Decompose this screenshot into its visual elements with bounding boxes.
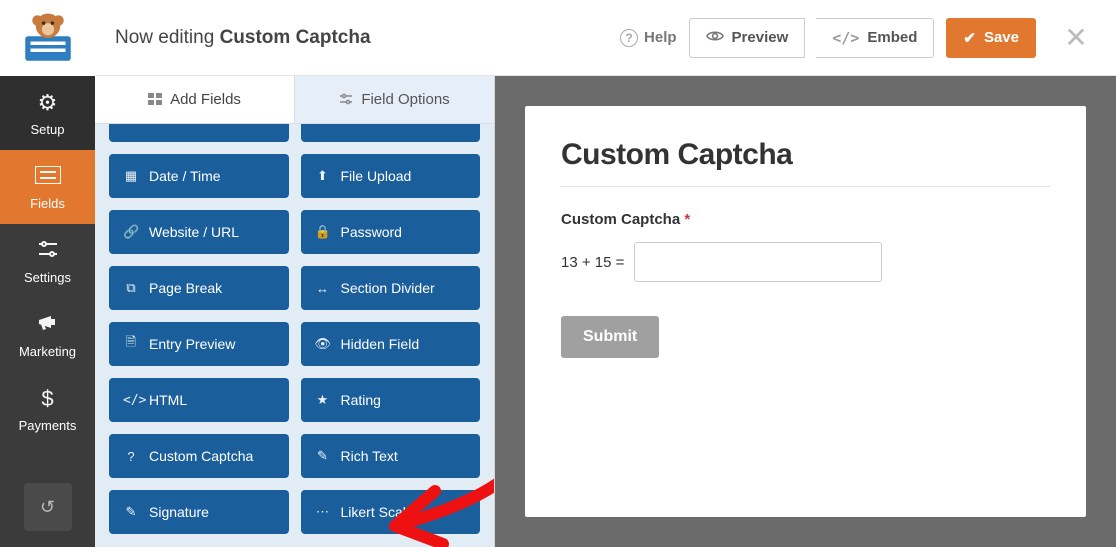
field-label: Password: [341, 224, 402, 240]
code-icon: </>: [123, 393, 139, 408]
field-hidden[interactable]: 👁 Hidden Field: [301, 322, 481, 366]
field-signature[interactable]: ✎ Signature: [109, 490, 289, 534]
field-label: Entry Preview: [149, 336, 235, 352]
form-icon: [35, 164, 61, 190]
field-html[interactable]: </> HTML: [109, 378, 289, 422]
tab-label: Field Options: [361, 91, 449, 108]
nav-label: Fields: [30, 196, 65, 211]
field-stub[interactable]: [109, 124, 289, 142]
upload-icon: ⬆: [315, 168, 331, 184]
field-label: HTML: [149, 392, 187, 408]
field-section-divider[interactable]: ↔ Section Divider: [301, 266, 481, 310]
brand-logo: [0, 0, 95, 76]
lock-icon: 🔒: [315, 224, 331, 240]
field-label: Website / URL: [149, 224, 239, 240]
dots-icon: ⋯: [315, 504, 331, 520]
help-icon: ?: [620, 29, 638, 47]
editing-title: Now editing Custom Captcha: [115, 27, 371, 49]
field-entry-preview[interactable]: 🗎 Entry Preview: [109, 322, 289, 366]
question-icon: ?: [123, 449, 139, 464]
gear-icon: ⚙: [38, 90, 58, 116]
nav-label: Payments: [19, 418, 77, 433]
nav-label: Settings: [24, 270, 71, 285]
nav-setup[interactable]: ⚙ Setup: [0, 76, 95, 150]
save-label: Save: [984, 29, 1019, 46]
field-label: File Upload: [341, 168, 412, 184]
divider-icon: ↔: [315, 281, 331, 296]
close-icon: ✕: [1064, 22, 1087, 53]
form-preview: Custom Captcha Custom Captcha * 13 + 15 …: [525, 106, 1086, 517]
nav-label: Setup: [31, 122, 65, 137]
field-likert-scale[interactable]: ⋯ Likert Scale: [301, 490, 481, 534]
field-page-break[interactable]: ⧉ Page Break: [109, 266, 289, 310]
field-rich-text[interactable]: ✎ Rich Text: [301, 434, 481, 478]
field-label: Signature: [149, 504, 209, 520]
eye-icon: [706, 29, 724, 46]
captcha-input[interactable]: [634, 242, 882, 282]
field-label: Custom Captcha: [149, 448, 253, 464]
history-icon: ↺: [40, 497, 55, 518]
field-label: Rich Text: [341, 448, 398, 464]
field-label: Section Divider: [341, 280, 435, 296]
tab-field-options[interactable]: Field Options: [294, 76, 494, 124]
required-mark: *: [684, 211, 690, 228]
document-icon: 🗎: [123, 333, 139, 355]
field-label: Date / Time: [149, 168, 221, 184]
field-stub[interactable]: [301, 124, 481, 142]
field-website-url[interactable]: 🔗 Website / URL: [109, 210, 289, 254]
edit-icon: ✎: [315, 448, 331, 464]
sliders-icon: [37, 238, 59, 264]
eye-slash-icon: 👁: [315, 336, 331, 352]
nav-label: Marketing: [19, 344, 76, 359]
tab-label: Add Fields: [170, 91, 241, 108]
close-button[interactable]: ✕: [1056, 21, 1096, 54]
grid-icon: [148, 92, 162, 108]
pencil-icon: ✎: [123, 504, 139, 520]
nav-fields[interactable]: Fields: [0, 150, 95, 224]
field-label: Custom Captcha *: [561, 211, 1050, 228]
link-icon: 🔗: [123, 224, 139, 240]
field-custom-captcha[interactable]: ? Custom Captcha: [109, 434, 289, 478]
tab-add-fields[interactable]: Add Fields: [95, 76, 294, 124]
page-break-icon: ⧉: [123, 280, 139, 296]
dollar-icon: $: [41, 386, 53, 412]
history-button[interactable]: ↺: [24, 483, 72, 531]
nav-payments[interactable]: $ Payments: [0, 372, 95, 446]
field-password[interactable]: 🔒 Password: [301, 210, 481, 254]
editing-form-name: Custom Captcha: [220, 27, 371, 48]
star-icon: ★: [315, 392, 331, 408]
submit-button[interactable]: Submit: [561, 316, 659, 358]
help-label: Help: [644, 29, 677, 46]
calendar-icon: ▦: [123, 168, 139, 184]
check-icon: ✔: [963, 29, 976, 47]
save-button[interactable]: ✔ Save: [946, 18, 1036, 58]
field-label: Hidden Field: [341, 336, 420, 352]
field-date-time[interactable]: ▦ Date / Time: [109, 154, 289, 198]
embed-button[interactable]: </> Embed: [816, 18, 934, 58]
embed-label: Embed: [867, 29, 917, 46]
nav-settings[interactable]: Settings: [0, 224, 95, 298]
field-label: Rating: [341, 392, 381, 408]
field-label: Likert Scale: [341, 504, 414, 520]
preview-label: Preview: [732, 29, 789, 46]
field-file-upload[interactable]: ⬆ File Upload: [301, 154, 481, 198]
divider: [561, 186, 1050, 187]
form-title: Custom Captcha: [561, 138, 1050, 172]
preview-button[interactable]: Preview: [689, 18, 806, 58]
code-icon: </>: [832, 29, 859, 47]
field-rating[interactable]: ★ Rating: [301, 378, 481, 422]
nav-marketing[interactable]: Marketing: [0, 298, 95, 372]
field-label: Page Break: [149, 280, 222, 296]
bullhorn-icon: [37, 312, 59, 338]
help-link[interactable]: ? Help: [620, 29, 677, 47]
editing-prefix: Now editing: [115, 27, 220, 48]
field-label-text: Custom Captcha: [561, 211, 680, 228]
sliders-icon: [339, 92, 353, 108]
captcha-equation: 13 + 15 =: [561, 254, 624, 271]
